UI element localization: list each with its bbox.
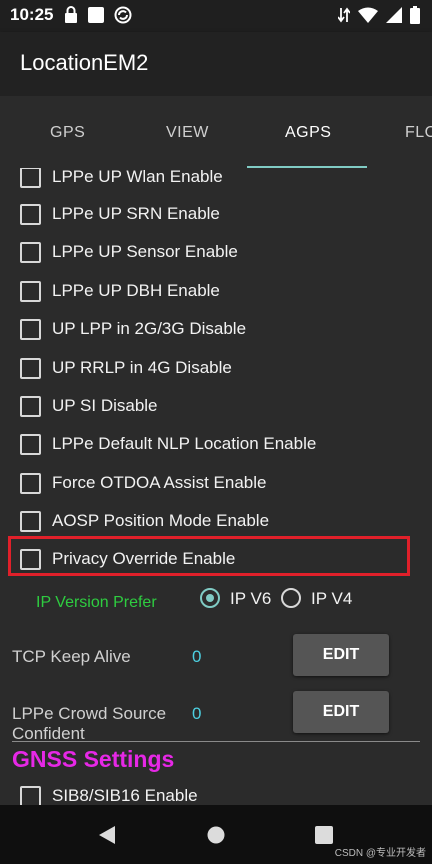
checkbox-label: AOSP Position Mode Enable: [52, 511, 270, 530]
list-item[interactable]: LPPe UP Wlan Enable: [20, 168, 223, 196]
checkbox[interactable]: [20, 241, 41, 263]
gnss-settings-title: GNSS Settings: [12, 746, 175, 772]
checkbox[interactable]: [20, 395, 41, 417]
radio-label-ipv6: IP V6: [230, 589, 272, 608]
list-item[interactable]: Force OTDOA Assist Enable: [20, 464, 266, 502]
data-arrows-icon: [337, 6, 351, 29]
divider: [12, 741, 420, 742]
checkbox[interactable]: [20, 785, 41, 805]
tcp-keep-alive-edit-button[interactable]: EDIT: [293, 634, 389, 676]
list-item[interactable]: SIB8/SIB16 Enable: [20, 777, 198, 805]
checkbox[interactable]: [20, 433, 41, 455]
list-item[interactable]: LPPe UP SRN Enable: [20, 195, 220, 233]
checkbox[interactable]: [20, 280, 41, 302]
lppe-crowd-value: 0: [192, 704, 202, 723]
status-icons-left: [64, 6, 132, 29]
checkbox-label: SIB8/SIB16 Enable: [52, 786, 198, 805]
lppe-crowd-label: LPPe Crowd Source Confident: [12, 704, 167, 743]
app-bar: LocationEM2: [0, 32, 432, 96]
ip-version-label: IP Version Prefer: [36, 594, 157, 611]
list-item[interactable]: UP SI Disable: [20, 387, 158, 425]
status-time: 10:25: [10, 5, 54, 24]
checkbox[interactable]: [20, 472, 41, 494]
status-bar: 10:25: [0, 0, 432, 32]
checkbox-label: UP RRLP in 4G Disable: [52, 358, 232, 377]
checkbox[interactable]: [20, 357, 41, 379]
app-title: LocationEM2: [20, 50, 149, 75]
radio-label-ipv4: IP V4: [311, 589, 353, 608]
tcp-keep-alive-value: 0: [192, 647, 202, 666]
highlight-box: [8, 536, 410, 576]
sync-icon: [114, 6, 132, 29]
tab-agps[interactable]: AGPS: [285, 124, 331, 142]
checkbox-label: LPPe UP DBH Enable: [52, 281, 220, 300]
list-item[interactable]: UP RRLP in 4G Disable: [20, 349, 232, 387]
lppe-crowd-edit-button[interactable]: EDIT: [293, 691, 389, 733]
status-icons-right: [337, 6, 420, 29]
checkbox-label: LPPe Default NLP Location Enable: [52, 434, 317, 453]
signal-icon: [386, 7, 402, 28]
tab-bar: GPS VIEW AGPS FLO: [0, 96, 432, 168]
back-icon[interactable]: [97, 825, 117, 850]
tab-gps[interactable]: GPS: [50, 124, 85, 142]
battery-icon: [410, 6, 420, 29]
agps-settings-list[interactable]: LPPe UP Wlan Enable LPPe UP SRN Enable L…: [0, 168, 432, 805]
checkbox-label: LPPe UP Wlan Enable: [52, 168, 223, 186]
recents-icon[interactable]: [315, 826, 333, 849]
checkbox[interactable]: [20, 168, 41, 188]
tab-view[interactable]: VIEW: [166, 124, 209, 142]
checkbox-label: UP LPP in 2G/3G Disable: [52, 319, 247, 338]
list-item[interactable]: UP LPP in 2G/3G Disable: [20, 310, 246, 348]
checkbox-label: LPPe UP SRN Enable: [52, 204, 220, 223]
checkbox[interactable]: [20, 510, 41, 532]
list-item[interactable]: LPPe UP DBH Enable: [20, 272, 220, 310]
list-item[interactable]: AOSP Position Mode Enable: [20, 502, 269, 540]
wifi-icon: [358, 7, 378, 28]
checkbox-label: LPPe UP Sensor Enable: [52, 242, 238, 261]
checkbox-label: UP SI Disable: [52, 396, 158, 415]
lock-icon: [64, 6, 78, 29]
radio-ipv4[interactable]: [281, 588, 301, 608]
checkbox[interactable]: [20, 203, 41, 225]
tab-flo[interactable]: FLO: [405, 124, 432, 142]
radio-ipv6[interactable]: [200, 588, 220, 608]
navigation-bar: CSDN @专业开发者: [0, 805, 432, 864]
list-item[interactable]: LPPe UP Sensor Enable: [20, 233, 238, 271]
home-icon[interactable]: [207, 826, 225, 849]
watermark: CSDN @专业开发者: [334, 848, 426, 859]
checkbox-label: Force OTDOA Assist Enable: [52, 473, 267, 492]
tcp-keep-alive-label: TCP Keep Alive: [12, 647, 131, 666]
checkbox[interactable]: [20, 318, 41, 340]
square-icon: [87, 6, 105, 29]
list-item[interactable]: LPPe Default NLP Location Enable: [20, 425, 316, 463]
